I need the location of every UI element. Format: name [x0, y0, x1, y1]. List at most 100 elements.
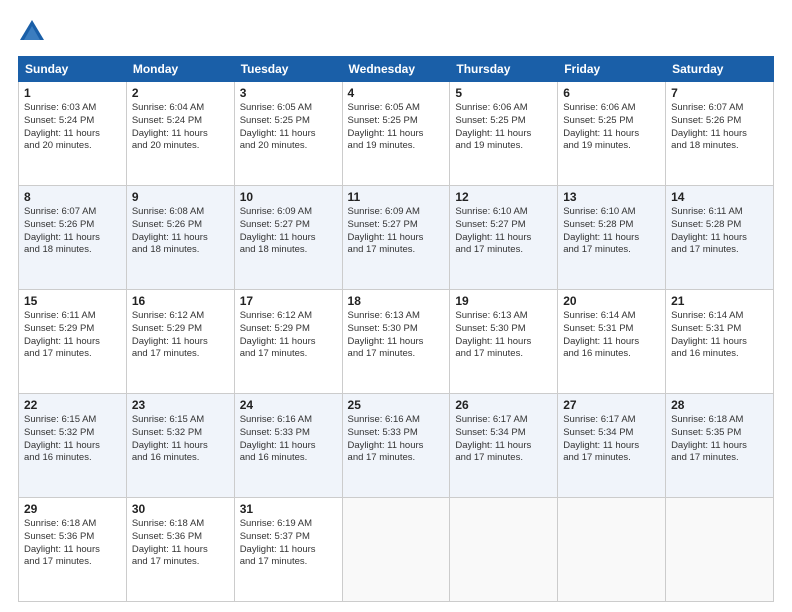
- day-number: 9: [132, 190, 229, 204]
- day-number: 23: [132, 398, 229, 412]
- col-header-friday: Friday: [558, 57, 666, 82]
- calendar-header-row: SundayMondayTuesdayWednesdayThursdayFrid…: [19, 57, 774, 82]
- day-number: 20: [563, 294, 660, 308]
- calendar-cell: 3 Sunrise: 6:05 AM Sunset: 5:25 PM Daylig…: [234, 82, 342, 186]
- calendar-cell: 11 Sunrise: 6:09 AM Sunset: 5:27 PM Dayli…: [342, 186, 450, 290]
- day-info: Sunrise: 6:17 AM Sunset: 5:34 PM Dayligh…: [455, 414, 531, 463]
- calendar-cell: 21 Sunrise: 6:14 AM Sunset: 5:31 PM Dayli…: [666, 290, 774, 394]
- day-number: 11: [348, 190, 445, 204]
- day-info: Sunrise: 6:03 AM Sunset: 5:24 PM Dayligh…: [24, 102, 100, 151]
- day-info: Sunrise: 6:15 AM Sunset: 5:32 PM Dayligh…: [24, 414, 100, 463]
- day-info: Sunrise: 6:14 AM Sunset: 5:31 PM Dayligh…: [563, 310, 639, 359]
- calendar-cell: 25 Sunrise: 6:16 AM Sunset: 5:33 PM Dayli…: [342, 394, 450, 498]
- day-number: 7: [671, 86, 768, 100]
- calendar-cell: 7 Sunrise: 6:07 AM Sunset: 5:26 PM Daylig…: [666, 82, 774, 186]
- day-info: Sunrise: 6:12 AM Sunset: 5:29 PM Dayligh…: [240, 310, 316, 359]
- calendar-cell: [666, 498, 774, 602]
- day-number: 30: [132, 502, 229, 516]
- day-info: Sunrise: 6:04 AM Sunset: 5:24 PM Dayligh…: [132, 102, 208, 151]
- day-number: 19: [455, 294, 552, 308]
- calendar-cell: 4 Sunrise: 6:05 AM Sunset: 5:25 PM Daylig…: [342, 82, 450, 186]
- calendar-cell: [558, 498, 666, 602]
- day-number: 16: [132, 294, 229, 308]
- week-row-5: 29 Sunrise: 6:18 AM Sunset: 5:36 PM Dayli…: [19, 498, 774, 602]
- logo-icon: [18, 18, 46, 46]
- calendar-cell: [342, 498, 450, 602]
- calendar-cell: 27Sunrise: 6:17 AM Sunset: 5:34 PM Dayli…: [558, 394, 666, 498]
- week-row-1: 1 Sunrise: 6:03 AM Sunset: 5:24 PM Daylig…: [19, 82, 774, 186]
- day-number: 26: [455, 398, 552, 412]
- calendar-cell: 5 Sunrise: 6:06 AM Sunset: 5:25 PM Daylig…: [450, 82, 558, 186]
- day-number: 25: [348, 398, 445, 412]
- day-number: 4: [348, 86, 445, 100]
- calendar-cell: 8Sunrise: 6:07 AM Sunset: 5:26 PM Daylig…: [19, 186, 127, 290]
- calendar-cell: 26 Sunrise: 6:17 AM Sunset: 5:34 PM Dayli…: [450, 394, 558, 498]
- day-number: 10: [240, 190, 337, 204]
- day-info: Sunrise: 6:14 AM Sunset: 5:31 PM Dayligh…: [671, 310, 747, 359]
- week-row-4: 22 Sunrise: 6:15 AM Sunset: 5:32 PM Dayli…: [19, 394, 774, 498]
- day-info: Sunrise: 6:05 AM Sunset: 5:25 PM Dayligh…: [348, 102, 424, 151]
- calendar-cell: 20 Sunrise: 6:14 AM Sunset: 5:31 PM Dayli…: [558, 290, 666, 394]
- calendar-cell: 24Sunrise: 6:16 AM Sunset: 5:33 PM Dayli…: [234, 394, 342, 498]
- day-info: Sunrise: 6:16 AM Sunset: 5:33 PM Dayligh…: [348, 414, 424, 463]
- day-number: 1: [24, 86, 121, 100]
- day-info: Sunrise: 6:06 AM Sunset: 5:25 PM Dayligh…: [455, 102, 531, 151]
- day-number: 18: [348, 294, 445, 308]
- day-info: Sunrise: 6:09 AM Sunset: 5:27 PM Dayligh…: [240, 206, 316, 255]
- col-header-monday: Monday: [126, 57, 234, 82]
- col-header-saturday: Saturday: [666, 57, 774, 82]
- day-info: Sunrise: 6:08 AM Sunset: 5:26 PM Dayligh…: [132, 206, 208, 255]
- day-number: 29: [24, 502, 121, 516]
- day-info: Sunrise: 6:06 AM Sunset: 5:25 PM Dayligh…: [563, 102, 639, 151]
- day-info: Sunrise: 6:07 AM Sunset: 5:26 PM Dayligh…: [24, 206, 100, 255]
- day-number: 5: [455, 86, 552, 100]
- col-header-wednesday: Wednesday: [342, 57, 450, 82]
- calendar-cell: 15Sunrise: 6:11 AM Sunset: 5:29 PM Dayli…: [19, 290, 127, 394]
- calendar-table: SundayMondayTuesdayWednesdayThursdayFrid…: [18, 56, 774, 602]
- day-number: 14: [671, 190, 768, 204]
- calendar-cell: 12Sunrise: 6:10 AM Sunset: 5:27 PM Dayli…: [450, 186, 558, 290]
- day-info: Sunrise: 6:07 AM Sunset: 5:26 PM Dayligh…: [671, 102, 747, 151]
- day-number: 6: [563, 86, 660, 100]
- day-info: Sunrise: 6:18 AM Sunset: 5:35 PM Dayligh…: [671, 414, 747, 463]
- day-number: 17: [240, 294, 337, 308]
- calendar-cell: 10 Sunrise: 6:09 AM Sunset: 5:27 PM Dayli…: [234, 186, 342, 290]
- week-row-3: 15Sunrise: 6:11 AM Sunset: 5:29 PM Dayli…: [19, 290, 774, 394]
- page: SundayMondayTuesdayWednesdayThursdayFrid…: [0, 0, 792, 612]
- day-number: 12: [455, 190, 552, 204]
- calendar-cell: 16 Sunrise: 6:12 AM Sunset: 5:29 PM Dayli…: [126, 290, 234, 394]
- day-info: Sunrise: 6:18 AM Sunset: 5:36 PM Dayligh…: [132, 518, 208, 567]
- day-number: 2: [132, 86, 229, 100]
- header: [18, 18, 774, 46]
- day-info: Sunrise: 6:09 AM Sunset: 5:27 PM Dayligh…: [348, 206, 424, 255]
- calendar-cell: 1 Sunrise: 6:03 AM Sunset: 5:24 PM Daylig…: [19, 82, 127, 186]
- calendar-cell: 29 Sunrise: 6:18 AM Sunset: 5:36 PM Dayli…: [19, 498, 127, 602]
- day-number: 13: [563, 190, 660, 204]
- calendar-cell: 6 Sunrise: 6:06 AM Sunset: 5:25 PM Daylig…: [558, 82, 666, 186]
- calendar-cell: 23 Sunrise: 6:15 AM Sunset: 5:32 PM Dayli…: [126, 394, 234, 498]
- day-number: 3: [240, 86, 337, 100]
- col-header-tuesday: Tuesday: [234, 57, 342, 82]
- day-info: Sunrise: 6:12 AM Sunset: 5:29 PM Dayligh…: [132, 310, 208, 359]
- day-number: 15: [24, 294, 121, 308]
- day-info: Sunrise: 6:05 AM Sunset: 5:25 PM Dayligh…: [240, 102, 316, 151]
- calendar-cell: 14Sunrise: 6:11 AM Sunset: 5:28 PM Dayli…: [666, 186, 774, 290]
- day-info: Sunrise: 6:19 AM Sunset: 5:37 PM Dayligh…: [240, 518, 316, 567]
- day-info: Sunrise: 6:10 AM Sunset: 5:28 PM Dayligh…: [563, 206, 639, 255]
- calendar-cell: 19 Sunrise: 6:13 AM Sunset: 5:30 PM Dayli…: [450, 290, 558, 394]
- calendar-cell: 30 Sunrise: 6:18 AM Sunset: 5:36 PM Dayli…: [126, 498, 234, 602]
- day-info: Sunrise: 6:13 AM Sunset: 5:30 PM Dayligh…: [348, 310, 424, 359]
- day-info: Sunrise: 6:13 AM Sunset: 5:30 PM Dayligh…: [455, 310, 531, 359]
- day-number: 24: [240, 398, 337, 412]
- day-info: Sunrise: 6:15 AM Sunset: 5:32 PM Dayligh…: [132, 414, 208, 463]
- day-info: Sunrise: 6:17 AM Sunset: 5:34 PM Dayligh…: [563, 414, 639, 463]
- calendar-cell: 31 Sunrise: 6:19 AM Sunset: 5:37 PM Dayli…: [234, 498, 342, 602]
- calendar-cell: [450, 498, 558, 602]
- day-info: Sunrise: 6:18 AM Sunset: 5:36 PM Dayligh…: [24, 518, 100, 567]
- day-number: 21: [671, 294, 768, 308]
- day-number: 22: [24, 398, 121, 412]
- col-header-thursday: Thursday: [450, 57, 558, 82]
- calendar-cell: 17 Sunrise: 6:12 AM Sunset: 5:29 PM Dayli…: [234, 290, 342, 394]
- day-number: 31: [240, 502, 337, 516]
- col-header-sunday: Sunday: [19, 57, 127, 82]
